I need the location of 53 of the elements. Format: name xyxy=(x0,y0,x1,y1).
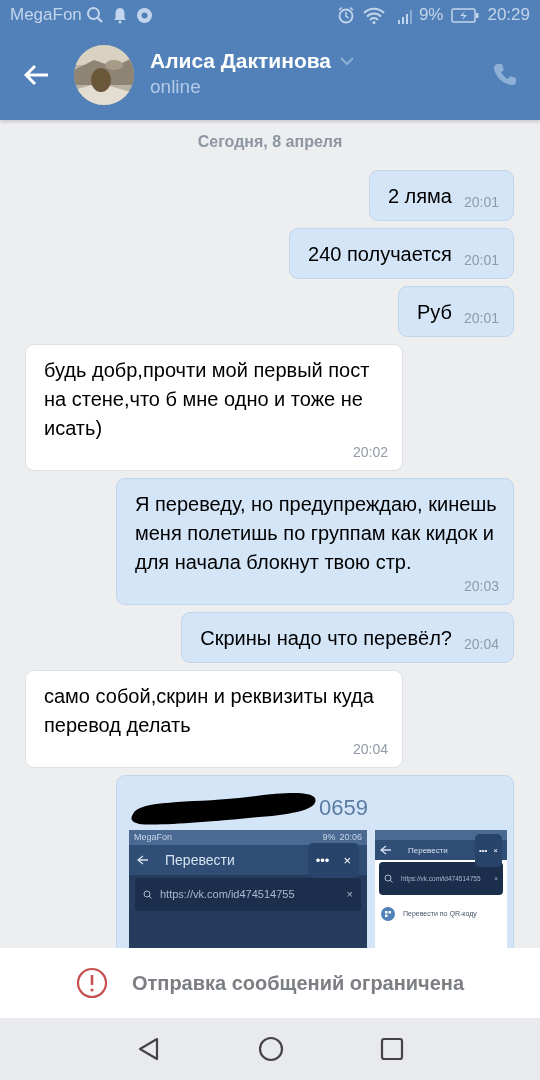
message-time: 20:04 xyxy=(351,740,388,758)
battery-percent: 9% xyxy=(418,4,444,27)
home-circle-icon xyxy=(258,1036,284,1062)
clear-icon: × xyxy=(346,880,353,909)
home-button[interactable] xyxy=(258,1036,284,1062)
message-time: 20:04 xyxy=(462,635,499,653)
more-icon: ••• xyxy=(315,845,330,875)
message-text: 240 получается xyxy=(308,242,452,267)
url-text: https://vk.com/id474514755 xyxy=(160,887,296,902)
online-status: online xyxy=(150,75,202,100)
notice-text: Отправка сообщений ограничена xyxy=(131,971,465,996)
more-icon: ••• xyxy=(478,835,488,865)
contact-name[interactable]: Алиса Дактинова xyxy=(150,48,356,74)
close-icon: × xyxy=(343,845,351,875)
search-icon xyxy=(143,890,152,899)
recents-square-icon xyxy=(380,1037,404,1061)
message-text: 2 ляма xyxy=(387,184,452,209)
qr-code-icon xyxy=(381,906,395,921)
message-time: 20:01 xyxy=(462,193,499,211)
message-text: Скрины надо что перевёл? xyxy=(200,626,452,651)
battery-percent: 9% xyxy=(322,831,336,844)
chevron-down-icon xyxy=(339,55,356,66)
back-arrow-icon xyxy=(24,64,50,86)
search-icon xyxy=(85,6,104,24)
warning-icon xyxy=(75,967,108,999)
back-arrow-icon xyxy=(137,855,149,865)
message-time: 20:03 xyxy=(462,577,499,595)
message-time: 20:02 xyxy=(351,443,388,461)
recents-button[interactable] xyxy=(380,1037,404,1061)
message-text: будь добр,прочти мой первый пост на стене,что б мне одно и тоже не исать) xyxy=(44,358,371,441)
message-text: само собой,скрин и реквизиты куда перевод делать xyxy=(44,684,375,738)
screen-title: Перевести xyxy=(408,844,449,857)
carrier-name: MegaFon xyxy=(10,4,82,27)
clock-time: 20:06 xyxy=(339,831,362,844)
message-time: 20:01 xyxy=(462,251,499,269)
message-text: Я переведу, но предупреждаю, кинешь меня полетишь по группам как кидок и для начала блокнут твою стр. xyxy=(135,492,498,575)
phone-icon xyxy=(492,62,518,88)
bell-icon xyxy=(111,6,128,24)
message-time: 20:01 xyxy=(462,309,499,327)
date-label: Сегодня, 8 апреля xyxy=(196,132,344,152)
close-icon: × xyxy=(493,835,498,865)
battery-icon xyxy=(451,7,480,23)
screen-title: Перевести xyxy=(165,850,236,870)
message-text: 0659 xyxy=(319,793,368,822)
wifi-icon xyxy=(362,6,385,24)
browser-icon xyxy=(135,6,153,24)
carrier-name: MegaFon xyxy=(134,831,173,844)
search-icon xyxy=(384,874,393,883)
clock-time: 20:29 xyxy=(487,4,530,27)
message-text: Руб xyxy=(416,300,452,325)
back-button[interactable] xyxy=(24,64,50,86)
back-arrow-icon xyxy=(380,845,392,855)
alarm-icon xyxy=(336,6,355,24)
